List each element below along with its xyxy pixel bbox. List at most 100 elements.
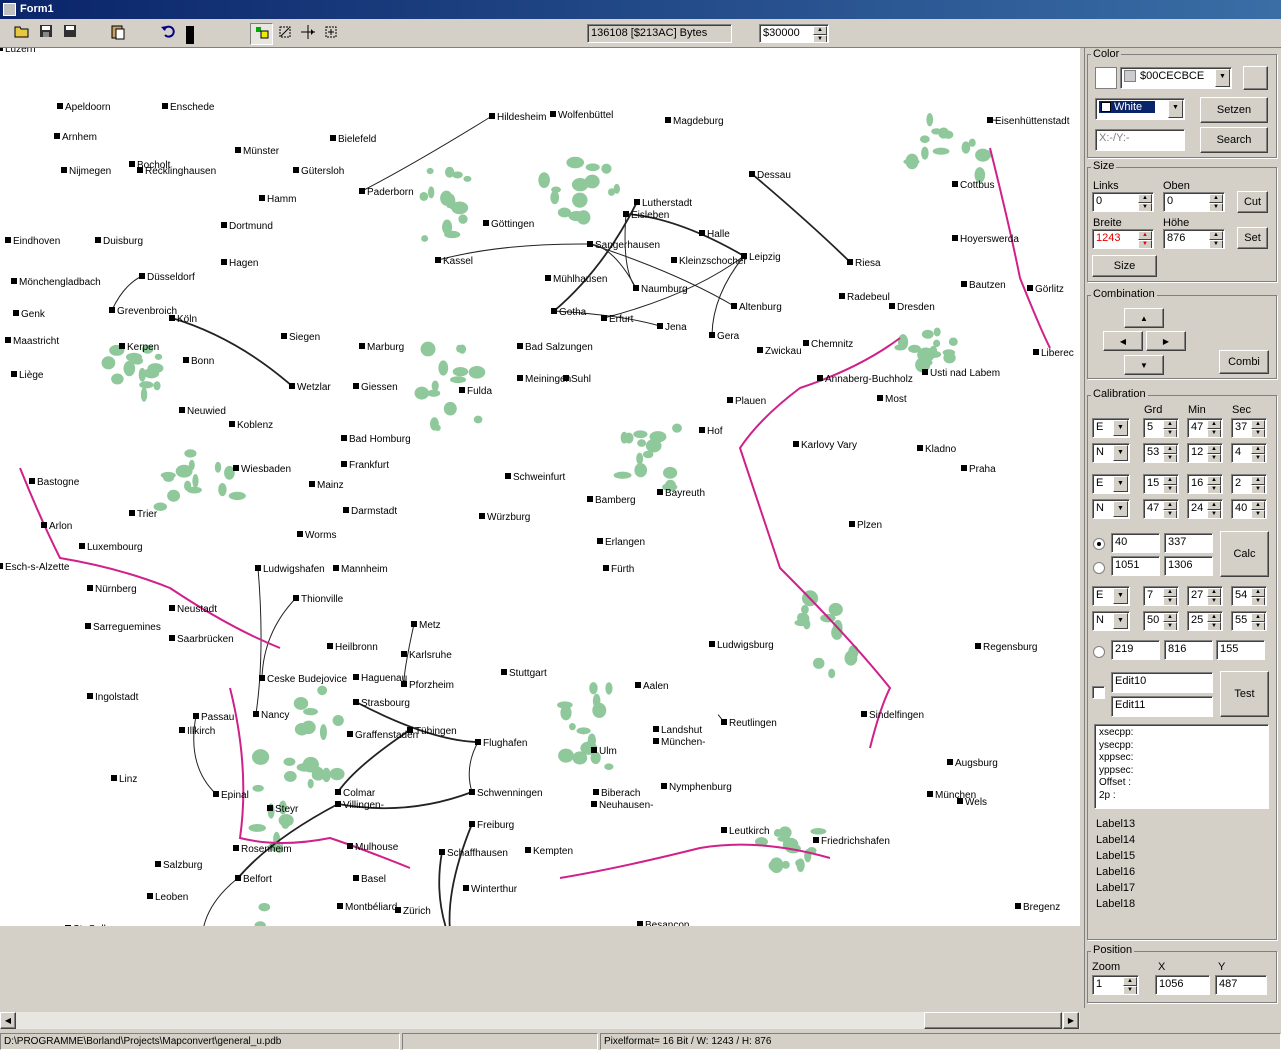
row1-grd-field[interactable]: 5 ▲ ▼ bbox=[1143, 418, 1179, 438]
px3-c-field[interactable]: 155 bbox=[1216, 640, 1265, 660]
row2-min-spinner[interactable]: ▲ ▼ bbox=[1207, 445, 1221, 462]
row5-sec-field[interactable]: 54 ▲ ▼ bbox=[1231, 586, 1267, 606]
point1-radio[interactable] bbox=[1093, 538, 1105, 550]
row2-direction-select[interactable]: N ▼ bbox=[1092, 443, 1130, 463]
size-value-field[interactable]: $30000 ▲ ▼ bbox=[759, 24, 829, 43]
move-icon[interactable] bbox=[319, 23, 342, 45]
position-y-field[interactable]: 487 bbox=[1215, 975, 1267, 995]
arrow-left-button[interactable]: ◀ bbox=[1103, 331, 1143, 351]
links-spinner[interactable]: ▲ ▼ bbox=[1138, 194, 1152, 211]
row4-sec-spinner[interactable]: ▲ ▼ bbox=[1251, 501, 1265, 518]
row6-min-field[interactable]: 25 ▲ ▼ bbox=[1187, 611, 1223, 631]
row4-min-field[interactable]: 24 ▲ ▼ bbox=[1187, 499, 1223, 519]
open-icon[interactable] bbox=[10, 23, 33, 45]
save-icon[interactable] bbox=[34, 23, 57, 45]
row1-grd-spinner[interactable]: ▲ ▼ bbox=[1163, 420, 1177, 437]
row5-min-field[interactable]: 27 ▲ ▼ bbox=[1187, 586, 1223, 606]
oben-field[interactable]: 0 ▲ ▼ bbox=[1163, 192, 1225, 212]
search-button[interactable]: Search bbox=[1200, 127, 1268, 153]
row2-sec-spinner[interactable]: ▲ ▼ bbox=[1251, 445, 1265, 462]
row3-sec-field[interactable]: 2 ▲ ▼ bbox=[1231, 474, 1267, 494]
row4-grd-field[interactable]: 47 ▲ ▼ bbox=[1143, 499, 1179, 519]
row4-min-spinner[interactable]: ▲ ▼ bbox=[1207, 501, 1221, 518]
test-checkbox[interactable] bbox=[1092, 686, 1105, 699]
position-x-field[interactable]: 1056 bbox=[1155, 975, 1210, 995]
results-memo[interactable]: xsecpp: ysecpp: xppsec: yppsec: Offset :… bbox=[1094, 724, 1269, 809]
resize-icon[interactable] bbox=[296, 23, 319, 45]
crop-icon[interactable] bbox=[273, 23, 296, 45]
chevron-down-icon[interactable]: ▼ bbox=[1113, 476, 1128, 492]
scroll-right-button[interactable]: ▶ bbox=[1063, 1012, 1079, 1029]
cut-button[interactable]: Cut bbox=[1237, 191, 1268, 213]
links-field[interactable]: 0 ▲ ▼ bbox=[1092, 192, 1154, 212]
px1-a-field[interactable]: 40 bbox=[1111, 533, 1160, 553]
row3-grd-spinner[interactable]: ▲ ▼ bbox=[1163, 476, 1177, 493]
black-swatch-icon[interactable] bbox=[178, 23, 201, 45]
row1-direction-select[interactable]: E ▼ bbox=[1092, 418, 1130, 438]
row5-direction-select[interactable]: E ▼ bbox=[1092, 586, 1130, 606]
chevron-down-icon[interactable]: ▼ bbox=[1113, 588, 1128, 604]
clipboard-icon[interactable] bbox=[106, 23, 129, 45]
setzen-button[interactable]: Setzen bbox=[1200, 97, 1268, 123]
undo-icon[interactable] bbox=[156, 23, 179, 45]
zoom-spinner[interactable]: ▲ ▼ bbox=[1123, 977, 1137, 994]
scroll-left-button[interactable]: ◀ bbox=[0, 1012, 16, 1029]
arrow-down-button[interactable]: ▼ bbox=[1124, 355, 1164, 375]
edit11-field[interactable]: Edit11 bbox=[1111, 696, 1213, 717]
chevron-down-icon[interactable]: ▼ bbox=[1168, 100, 1183, 118]
color-value-select[interactable]: $00CECBCE ▼ bbox=[1120, 67, 1232, 89]
px2-a-field[interactable]: 1051 bbox=[1111, 556, 1160, 576]
row2-grd-spinner[interactable]: ▲ ▼ bbox=[1163, 445, 1177, 462]
row2-min-field[interactable]: 12 ▲ ▼ bbox=[1187, 443, 1223, 463]
row6-grd-field[interactable]: 50 ▲ ▼ bbox=[1143, 611, 1179, 631]
hoehe-field[interactable]: 876 ▲ ▼ bbox=[1163, 229, 1225, 249]
px1-b-field[interactable]: 337 bbox=[1164, 533, 1213, 553]
row3-min-field[interactable]: 16 ▲ ▼ bbox=[1187, 474, 1223, 494]
row3-sec-spinner[interactable]: ▲ ▼ bbox=[1251, 476, 1265, 493]
point2-radio[interactable] bbox=[1093, 562, 1105, 574]
row2-grd-field[interactable]: 53 ▲ ▼ bbox=[1143, 443, 1179, 463]
arrow-right-button[interactable]: ▶ bbox=[1146, 331, 1186, 351]
breite-field[interactable]: 1243 ▲ ▼ bbox=[1092, 229, 1154, 249]
row5-grd-spinner[interactable]: ▲ ▼ bbox=[1163, 588, 1177, 605]
px3-a-field[interactable]: 219 bbox=[1111, 640, 1160, 660]
row4-direction-select[interactable]: N ▼ bbox=[1092, 499, 1130, 519]
breite-spinner[interactable]: ▲ ▼ bbox=[1138, 231, 1152, 248]
row1-sec-field[interactable]: 37 ▲ ▼ bbox=[1231, 418, 1267, 438]
row5-min-spinner[interactable]: ▲ ▼ bbox=[1207, 588, 1221, 605]
hoehe-spinner[interactable]: ▲ ▼ bbox=[1209, 231, 1223, 248]
save-all-icon[interactable] bbox=[58, 23, 81, 45]
chevron-down-icon[interactable]: ▼ bbox=[1113, 501, 1128, 517]
horizontal-scrollbar[interactable]: ◀ ▶ bbox=[0, 1012, 1080, 1029]
row6-grd-spinner[interactable]: ▲ ▼ bbox=[1163, 613, 1177, 630]
named-color-select[interactable]: White ▼ bbox=[1095, 98, 1185, 120]
layers-icon[interactable] bbox=[250, 23, 273, 45]
chevron-down-icon[interactable]: ▼ bbox=[1113, 420, 1128, 436]
row1-min-spinner[interactable]: ▲ ▼ bbox=[1207, 420, 1221, 437]
point3-radio[interactable] bbox=[1093, 646, 1105, 658]
px2-b-field[interactable]: 1306 bbox=[1164, 556, 1213, 576]
color-preview-swatch[interactable] bbox=[1095, 67, 1117, 89]
edit10-field[interactable]: Edit10 bbox=[1111, 672, 1213, 693]
row5-grd-field[interactable]: 7 ▲ ▼ bbox=[1143, 586, 1179, 606]
chevron-down-icon[interactable]: ▼ bbox=[1113, 613, 1128, 629]
row3-min-spinner[interactable]: ▲ ▼ bbox=[1207, 476, 1221, 493]
row2-sec-field[interactable]: 4 ▲ ▼ bbox=[1231, 443, 1267, 463]
row6-sec-spinner[interactable]: ▲ ▼ bbox=[1251, 613, 1265, 630]
test-button[interactable]: Test bbox=[1220, 671, 1269, 717]
row1-min-field[interactable]: 47 ▲ ▼ bbox=[1187, 418, 1223, 438]
row4-sec-field[interactable]: 40 ▲ ▼ bbox=[1231, 499, 1267, 519]
color-picker-button[interactable] bbox=[1243, 66, 1268, 90]
row6-min-spinner[interactable]: ▲ ▼ bbox=[1207, 613, 1221, 630]
scroll-thumb[interactable] bbox=[924, 1012, 1062, 1029]
row3-grd-field[interactable]: 15 ▲ ▼ bbox=[1143, 474, 1179, 494]
combi-button[interactable]: Combi bbox=[1219, 350, 1269, 374]
zoom-field[interactable]: 1 ▲ ▼ bbox=[1092, 975, 1139, 995]
calc-button[interactable]: Calc bbox=[1220, 531, 1269, 577]
oben-spinner[interactable]: ▲ ▼ bbox=[1209, 194, 1223, 211]
map-canvas[interactable]: Apeldoorn Enschede Hildesheim Wolfenbüttel M… bbox=[0, 48, 1080, 926]
chevron-down-icon[interactable]: ▼ bbox=[1113, 445, 1128, 461]
row3-direction-select[interactable]: E ▼ bbox=[1092, 474, 1130, 494]
row1-sec-spinner[interactable]: ▲ ▼ bbox=[1251, 420, 1265, 437]
row6-sec-field[interactable]: 55 ▲ ▼ bbox=[1231, 611, 1267, 631]
